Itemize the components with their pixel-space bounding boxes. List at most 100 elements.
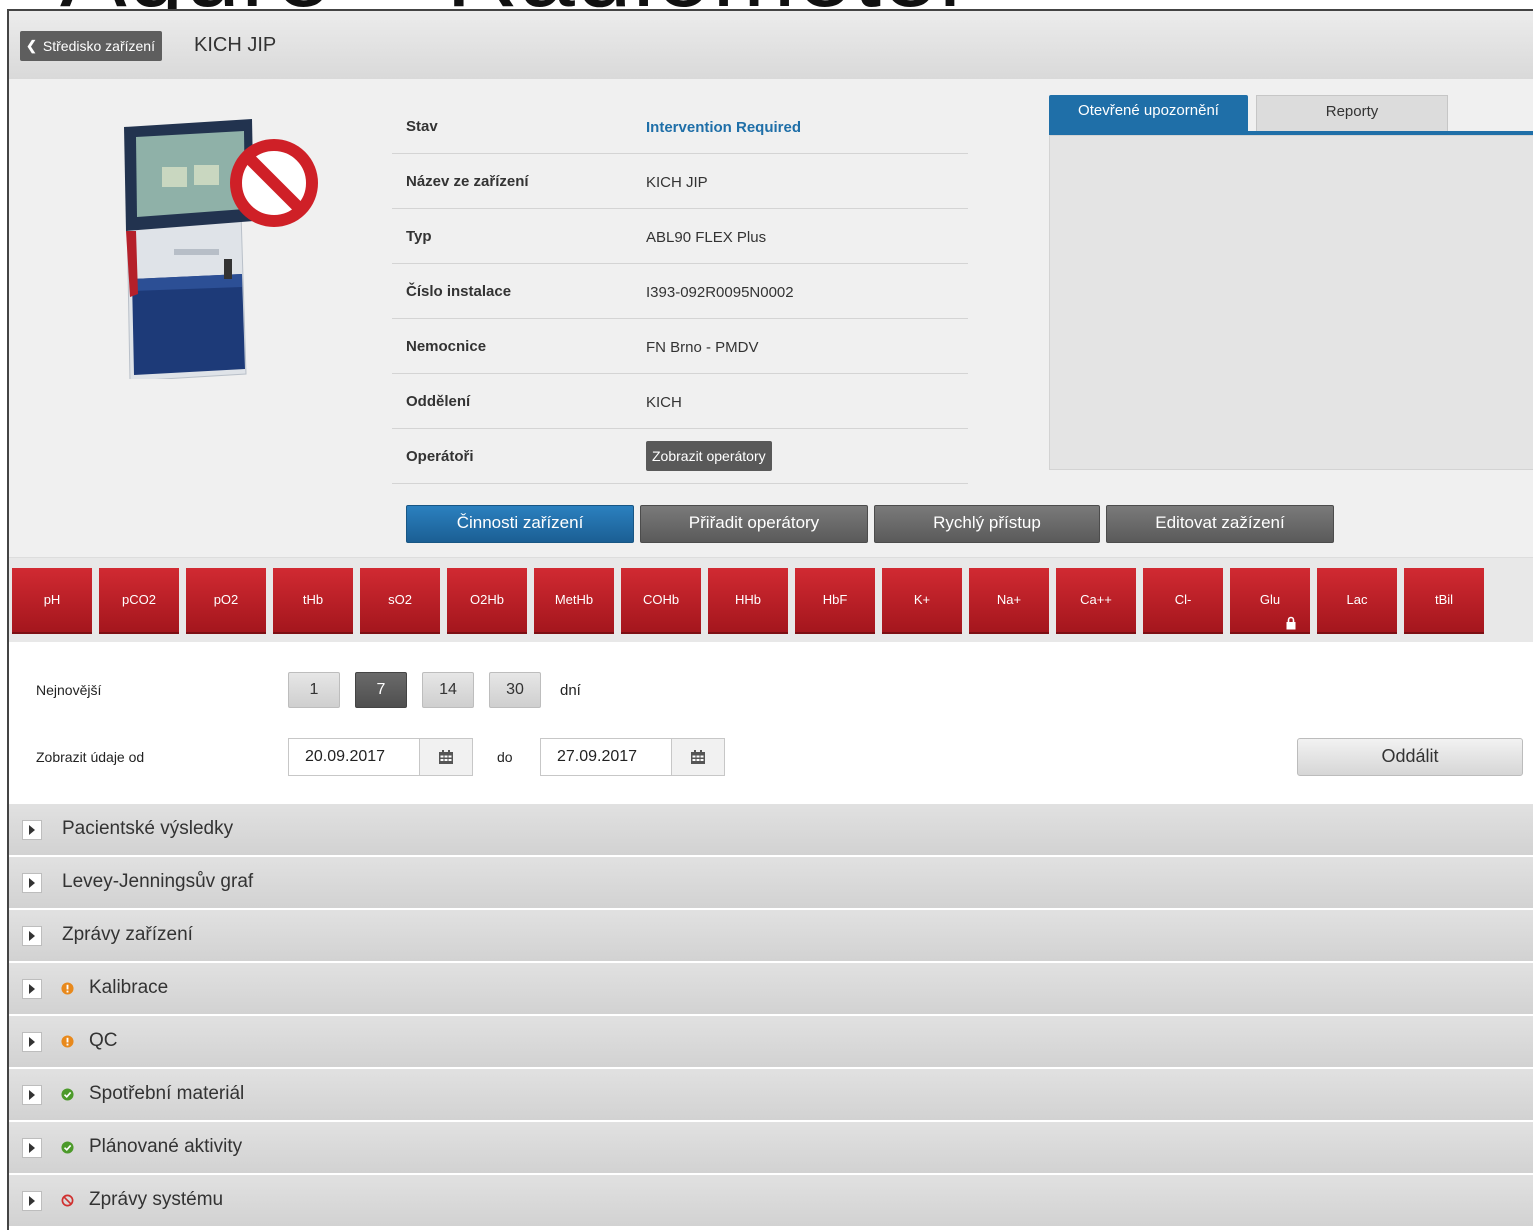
section-label: Kalibrace (89, 977, 169, 998)
param-label: tHb (302, 592, 324, 607)
edit-device-button[interactable]: Editovat zažízení (1106, 505, 1334, 543)
info-row-status: Stav Intervention Required (392, 99, 968, 154)
section-row[interactable]: Plánované aktivity (9, 1122, 1533, 1175)
info-label: Oddělení (406, 393, 471, 410)
calendar-icon (691, 749, 705, 764)
show-from-label: Zobrazit údaje od (36, 749, 145, 765)
info-row-operators: Operátoři Zobrazit operátory (392, 429, 968, 484)
lock-icon (1286, 616, 1296, 630)
analyzer-icon (124, 119, 254, 379)
section-row[interactable]: Pacientské výsledky (9, 804, 1533, 857)
section-row[interactable]: Levey-Jenningsův graf (9, 857, 1533, 910)
calendar-to-button[interactable] (671, 739, 724, 775)
date-from-input[interactable] (289, 739, 419, 775)
param-button[interactable]: HbF (795, 568, 875, 634)
param-button[interactable]: HHb (708, 568, 788, 634)
info-value: ABL90 FLEX Plus (646, 229, 767, 246)
zoom-out-button[interactable]: Oddálit (1297, 738, 1523, 776)
param-label: pO2 (213, 592, 239, 607)
expand-arrow-icon[interactable] (22, 1032, 42, 1052)
info-value: I393-092R0095N0002 (646, 284, 794, 301)
section-row[interactable]: Zprávy systému (9, 1175, 1533, 1228)
param-label: Ca++ (1080, 592, 1112, 607)
param-button[interactable]: O2Hb (447, 568, 527, 634)
assign-operators-button[interactable]: Přiřadit operátory (640, 505, 868, 543)
param-button[interactable]: tHb (273, 568, 353, 634)
param-button[interactable]: Glu (1230, 568, 1310, 634)
param-button[interactable]: pO2 (186, 568, 266, 634)
info-value: KICH (646, 394, 682, 411)
date-to-input[interactable] (541, 739, 671, 775)
info-row-hospital: Nemocnice FN Brno - PMDV (392, 319, 968, 374)
param-label: HbF (822, 592, 848, 607)
days-unit-label: dní (560, 682, 581, 699)
info-row-department: Oddělení KICH (392, 374, 968, 429)
parameter-strip: pH pCO2 pO2 tHb sO2 O2Hb MetHb COHb HHb HbF K+ Na+ C… (9, 558, 1533, 642)
back-button-label: Středisko zařízení (42, 38, 155, 54)
tab-open-alerts[interactable]: Otevřené upozornění (1049, 95, 1248, 131)
section-row[interactable]: Spotřební materiál (9, 1069, 1533, 1122)
param-label: HHb (734, 592, 761, 607)
param-label: Lac (1346, 592, 1368, 607)
param-button[interactable]: pCO2 (99, 568, 179, 634)
param-label: K+ (913, 592, 931, 607)
device-title: KICH JIP (194, 34, 277, 56)
action-bar: Činnosti zařízení Přiřadit operátory Ryc… (406, 505, 1334, 543)
days-7-button[interactable]: 7 (355, 672, 407, 708)
param-label: COHb (642, 592, 680, 607)
param-button[interactable]: COHb (621, 568, 701, 634)
section-label: Zprávy systému (89, 1189, 224, 1210)
param-button[interactable]: Na+ (969, 568, 1049, 634)
device-detail-window: ❮ Středisko zařízení KICH JIP Stav Inter… (7, 9, 1533, 1230)
param-button[interactable]: Lac (1317, 568, 1397, 634)
param-button[interactable]: Cl- (1143, 568, 1223, 634)
section-row[interactable]: Zprávy zařízení (9, 910, 1533, 963)
section-label: Spotřební materiál (89, 1083, 245, 1104)
info-label: Operátoři (406, 448, 474, 465)
section-label: Plánované aktivity (89, 1136, 243, 1157)
check-icon (61, 1088, 74, 1101)
param-label: tBil (1434, 592, 1454, 607)
expand-arrow-icon[interactable] (22, 873, 42, 893)
days-30-button[interactable]: 30 (489, 672, 541, 708)
param-button[interactable]: sO2 (360, 568, 440, 634)
back-button[interactable]: ❮ Středisko zařízení (20, 31, 162, 61)
expand-arrow-icon[interactable] (22, 979, 42, 999)
status-value[interactable]: Intervention Required (646, 119, 801, 136)
expand-arrow-icon[interactable] (22, 1138, 42, 1158)
param-button[interactable]: K+ (882, 568, 962, 634)
param-label: Na+ (996, 592, 1022, 607)
days-14-button[interactable]: 14 (422, 672, 474, 708)
days-1-button[interactable]: 1 (288, 672, 340, 708)
device-info-area: Stav Intervention Required Název ze zaří… (9, 79, 1533, 558)
info-row-installation: Číslo instalace I393-092R0095N0002 (392, 264, 968, 319)
section-row[interactable]: QC (9, 1016, 1533, 1069)
expand-arrow-icon[interactable] (22, 820, 42, 840)
param-button[interactable]: MetHb (534, 568, 614, 634)
expand-arrow-icon[interactable] (22, 1085, 42, 1105)
device-activities-button[interactable]: Činnosti zařízení (406, 505, 634, 543)
param-label: pCO2 (122, 592, 156, 607)
show-operators-button[interactable]: Zobrazit operátory (646, 441, 772, 471)
expand-arrow-icon[interactable] (22, 1191, 42, 1211)
param-label: pH (43, 592, 61, 607)
section-label: Levey-Jenningsův graf (62, 871, 254, 892)
quick-access-button[interactable]: Rychlý přístup (874, 505, 1100, 543)
param-button[interactable]: pH (12, 568, 92, 634)
expand-arrow-icon[interactable] (22, 926, 42, 946)
param-label: MetHb (554, 592, 594, 607)
calendar-icon (439, 749, 453, 764)
filter-area: Nejnovější 1 7 14 30 dní Zobrazit údaje … (9, 642, 1533, 804)
section-row[interactable]: Kalibrace (9, 963, 1533, 1016)
blocked-icon (61, 1194, 74, 1207)
param-button[interactable]: Ca++ (1056, 568, 1136, 634)
warning-icon (61, 982, 74, 995)
calendar-from-button[interactable] (419, 739, 472, 775)
blocked-icon (230, 139, 318, 227)
tab-reports[interactable]: Reporty (1256, 95, 1448, 132)
info-label: Nemocnice (406, 338, 487, 355)
param-button[interactable]: tBil (1404, 568, 1484, 634)
info-label: Číslo instalace (406, 283, 512, 300)
section-label: QC (89, 1030, 118, 1051)
param-label: Cl- (1174, 592, 1192, 607)
